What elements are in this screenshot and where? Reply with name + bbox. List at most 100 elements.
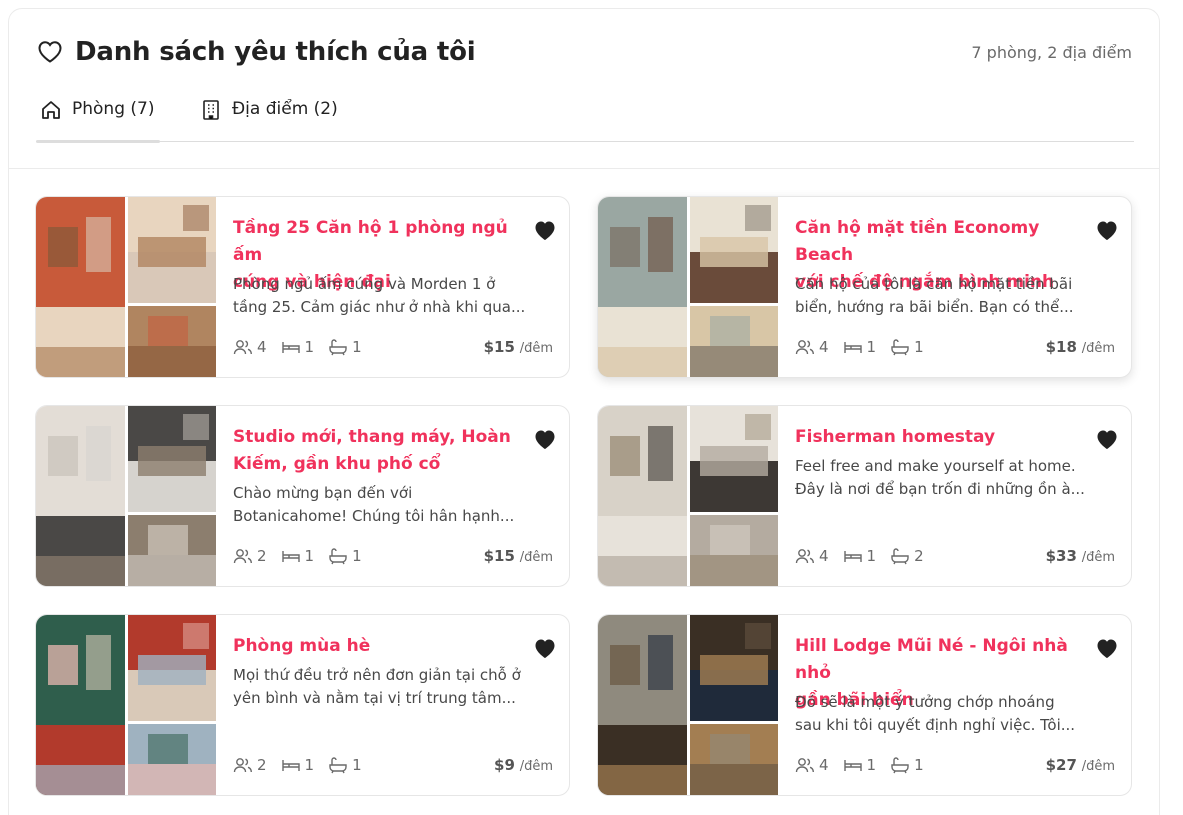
listing-description-line-2: sau khi tôi quyết định nghỉ việc. Tôi...: [795, 716, 1076, 734]
guest-count: 4: [795, 547, 829, 565]
bed-count: 1: [281, 547, 314, 565]
bath-icon: [890, 756, 910, 774]
favorite-heart-icon[interactable]: [533, 428, 557, 450]
listing-card[interactable]: Hill Lodge Mũi Né - Ngôi nhà nhỏ gần bãi…: [597, 614, 1132, 796]
bath-count: 1: [328, 338, 362, 356]
favorite-heart-icon[interactable]: [1095, 219, 1119, 241]
listing-photo-tertiary: [690, 515, 778, 586]
bath-count: 2: [890, 547, 924, 565]
guest-count-value: 4: [819, 547, 829, 565]
listing-photo-secondary: [128, 197, 216, 303]
price-unit: /đêm: [1081, 550, 1115, 565]
price-unit: /đêm: [519, 759, 553, 774]
guest-count-value: 2: [257, 547, 267, 565]
listing-description: Căn hộ của tôi là căn hộ mặt tiền bãi bi…: [795, 273, 1095, 319]
listing-description-line-2: Đây là nơi để bạn trốn đi những ồn à...: [795, 480, 1085, 498]
tab-places-label: Địa điểm (2): [232, 99, 338, 119]
favorite-heart-icon[interactable]: [533, 219, 557, 241]
guest-count: 4: [795, 338, 829, 356]
price-amount: $33: [1045, 547, 1077, 565]
price-unit: /đêm: [519, 550, 553, 565]
listing-photos: [36, 615, 216, 795]
listing-photo-tertiary: [690, 724, 778, 795]
favorite-heart-icon[interactable]: [1095, 637, 1119, 659]
listing-card[interactable]: Phòng mùa hè Mọi thứ đều trở nên đơn giả…: [35, 614, 570, 796]
bath-count-value: 1: [352, 338, 362, 356]
listing-price: $15 /đêm: [484, 338, 553, 356]
price-amount: $15: [483, 547, 515, 565]
listing-description: Chào mừng bạn đến với Botanicahome! Chún…: [233, 482, 533, 528]
listing-stats: 4 1 2: [795, 547, 924, 565]
bath-count: 1: [890, 338, 924, 356]
listing-photos: [598, 615, 778, 795]
listing-stats: 2 1 1: [233, 547, 362, 565]
listing-photo-secondary: [690, 197, 778, 303]
price-amount: $15: [483, 338, 515, 356]
bed-count-value: 1: [866, 547, 877, 565]
listing-card[interactable]: Studio mới, thang máy, Hoàn Kiếm, gần kh…: [35, 405, 570, 587]
listing-info: Studio mới, thang máy, Hoàn Kiếm, gần kh…: [233, 406, 553, 586]
listing-stats: 4 1 1: [795, 338, 924, 356]
bath-count-value: 1: [914, 756, 924, 774]
listing-description: Đó sẽ là một ý tưởng chớp nhoáng sau khi…: [795, 691, 1095, 737]
listing-card[interactable]: Fisherman homestay Feel free and make yo…: [597, 405, 1132, 587]
favorite-heart-icon[interactable]: [533, 637, 557, 659]
listing-title[interactable]: Studio mới, thang máy, Hoàn Kiếm, gần kh…: [233, 424, 523, 478]
listing-title[interactable]: Phòng mùa hè: [233, 633, 523, 660]
title-row: Danh sách yêu thích của tôi: [37, 37, 476, 67]
bed-count-value: 1: [304, 338, 315, 356]
bed-count: 1: [843, 547, 877, 565]
listing-title-line-1: Studio mới, thang máy, Hoàn: [233, 427, 511, 447]
bath-count-value: 1: [352, 756, 362, 774]
page-title: Danh sách yêu thích của tôi: [75, 37, 476, 67]
guest-count-value: 4: [819, 756, 829, 774]
listing-description-line-2: tầng 25. Cảm giác như ở nhà khi qua...: [233, 298, 526, 316]
listing-title-line-2: Kiếm, gần khu phố cổ: [233, 454, 441, 474]
favorite-heart-icon[interactable]: [1095, 428, 1119, 450]
bath-count: 1: [328, 756, 362, 774]
bed-count: 1: [843, 756, 876, 774]
bath-icon: [328, 338, 348, 356]
bath-count-value: 2: [914, 547, 924, 565]
guest-count-value: 4: [819, 338, 829, 356]
tab-rooms[interactable]: Phòng (7): [36, 95, 160, 143]
listing-card[interactable]: Tầng 25 Căn hộ 1 phòng ngủ ấm cúng và hi…: [35, 196, 570, 378]
bed-count-value: 1: [304, 756, 315, 774]
wishlist-summary: 7 phòng, 2 địa điểm: [971, 43, 1132, 62]
price-unit: /đêm: [519, 341, 553, 356]
guests-icon: [795, 547, 815, 565]
listing-photo-tertiary: [128, 306, 216, 377]
price-amount: $27: [1045, 756, 1077, 774]
bed-icon: [281, 756, 301, 774]
listing-card[interactable]: Căn hộ mặt tiền Economy Beach với chế độ…: [597, 196, 1132, 378]
tab-places[interactable]: Địa điểm (2): [200, 95, 338, 142]
listing-title-line-1: Hill Lodge Mũi Né - Ngôi nhà nhỏ: [795, 636, 1068, 683]
bed-count: 1: [281, 338, 315, 356]
listing-photo-main: [598, 406, 687, 586]
listing-photo-tertiary: [128, 724, 216, 795]
bath-count: 1: [328, 547, 362, 565]
bed-icon: [843, 756, 863, 774]
listing-photo-tertiary: [128, 515, 216, 586]
guests-icon: [233, 756, 253, 774]
price-amount: $18: [1045, 338, 1077, 356]
listing-title-line-1: Phòng mùa hè: [233, 636, 371, 656]
listing-description-line-1: Đó sẽ là một ý tưởng chớp nhoáng: [795, 693, 1055, 711]
guest-count: 4: [795, 756, 829, 774]
listing-photo-secondary: [128, 615, 216, 721]
bed-icon: [281, 547, 301, 565]
guest-count: 2: [233, 547, 267, 565]
bed-icon: [843, 547, 863, 565]
listing-title[interactable]: Fisherman homestay: [795, 424, 1085, 451]
heart-outline-icon: [38, 41, 62, 63]
listing-photo-secondary: [690, 406, 778, 512]
home-icon: [42, 101, 60, 119]
listing-photos: [36, 197, 216, 377]
bed-count-value: 1: [866, 338, 877, 356]
bath-icon: [890, 338, 910, 356]
active-tab-indicator: [36, 140, 160, 143]
listing-info: Fisherman homestay Feel free and make yo…: [795, 406, 1115, 586]
listing-description: Mọi thứ đều trở nên đơn giản tại chỗ ở y…: [233, 664, 533, 710]
guest-count: 4: [233, 338, 267, 356]
listing-info: Hill Lodge Mũi Né - Ngôi nhà nhỏ gần bãi…: [795, 615, 1115, 795]
